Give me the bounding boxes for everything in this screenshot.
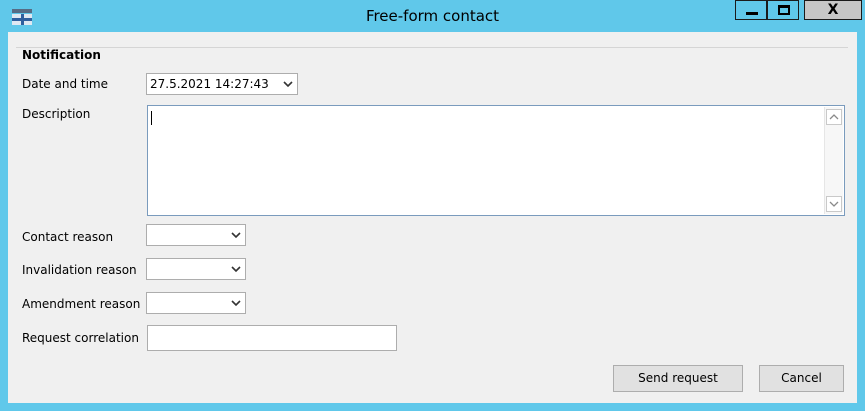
date-time-picker[interactable]: 27.5.2021 14:27:43 — [146, 73, 298, 95]
amendment-reason-label: Amendment reason — [22, 297, 141, 311]
title-bar[interactable]: Free-form contact X — [0, 0, 865, 32]
close-button[interactable]: X — [804, 0, 862, 20]
description-scrollbar[interactable] — [824, 107, 843, 214]
maximize-icon — [778, 5, 790, 15]
chevron-down-icon — [231, 300, 241, 307]
dialog-window: Free-form contact X Notification Date an… — [0, 0, 865, 411]
send-request-button[interactable]: Send request — [613, 365, 743, 392]
contact-reason-dropdown[interactable] — [146, 224, 246, 246]
description-label: Description — [22, 107, 91, 121]
request-correlation-input[interactable] — [147, 325, 397, 351]
description-textarea[interactable] — [147, 105, 845, 216]
amendment-reason-dropdown[interactable] — [146, 292, 246, 314]
dialog-body: Notification Date and time 27.5.2021 14:… — [8, 32, 857, 403]
date-time-label: Date and time — [22, 77, 108, 91]
scroll-up-icon[interactable] — [826, 109, 842, 125]
chevron-down-icon — [231, 266, 241, 273]
scroll-down-icon[interactable] — [826, 196, 842, 212]
close-icon: X — [827, 2, 839, 18]
notification-group-title: Notification — [22, 48, 105, 62]
contact-reason-label: Contact reason — [22, 230, 114, 244]
maximize-button[interactable] — [767, 0, 799, 20]
text-caret — [151, 111, 152, 125]
invalidation-reason-label: Invalidation reason — [22, 263, 137, 277]
minimize-button[interactable] — [735, 0, 767, 20]
chevron-down-icon — [231, 232, 241, 239]
request-correlation-label: Request correlation — [22, 331, 139, 345]
chevron-down-icon — [283, 81, 293, 88]
group-divider — [16, 47, 848, 48]
date-time-value: 27.5.2021 14:27:43 — [150, 77, 269, 91]
invalidation-reason-dropdown[interactable] — [146, 258, 246, 280]
cancel-button[interactable]: Cancel — [759, 365, 844, 392]
minimize-icon — [746, 12, 758, 15]
